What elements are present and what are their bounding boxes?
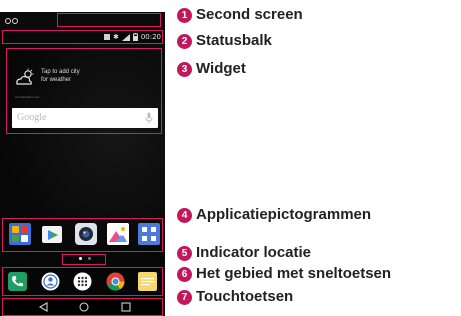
callout-number: 6 bbox=[177, 267, 192, 282]
callout-label: Applicatiepictogrammen bbox=[196, 206, 372, 223]
callout-number: 3 bbox=[177, 62, 192, 77]
callout-label: Statusbalk bbox=[196, 32, 272, 49]
callout-label: Het gebied met sneltoetsen bbox=[196, 265, 392, 282]
callout-number: 1 bbox=[177, 8, 192, 23]
second-screen-dot-icon bbox=[5, 18, 11, 24]
callout-number: 4 bbox=[177, 208, 192, 223]
annotated-phone-figure: ✱ 00:20 Tap to add city for weather Accu… bbox=[0, 0, 461, 316]
highlight-page-indicator bbox=[62, 254, 106, 265]
highlight-status-bar bbox=[2, 30, 163, 44]
callout-number: 5 bbox=[177, 246, 192, 261]
highlight-quick-access bbox=[2, 267, 163, 296]
highlight-widget bbox=[6, 48, 162, 134]
callout-number: 2 bbox=[177, 34, 192, 49]
highlight-touch-keys bbox=[2, 298, 163, 316]
callout-label: Indicator locatie bbox=[196, 244, 312, 261]
second-screen-dot-icon bbox=[12, 18, 18, 24]
phone-screen: ✱ 00:20 Tap to add city for weather Accu… bbox=[0, 12, 165, 316]
highlight-second-screen bbox=[57, 13, 161, 27]
callout-label: Second screen bbox=[196, 6, 303, 23]
callout-label: Widget bbox=[196, 60, 246, 77]
callout-number: 7 bbox=[177, 290, 192, 305]
callout-label: Touchtoetsen bbox=[196, 288, 294, 305]
highlight-app-icons bbox=[2, 218, 163, 252]
